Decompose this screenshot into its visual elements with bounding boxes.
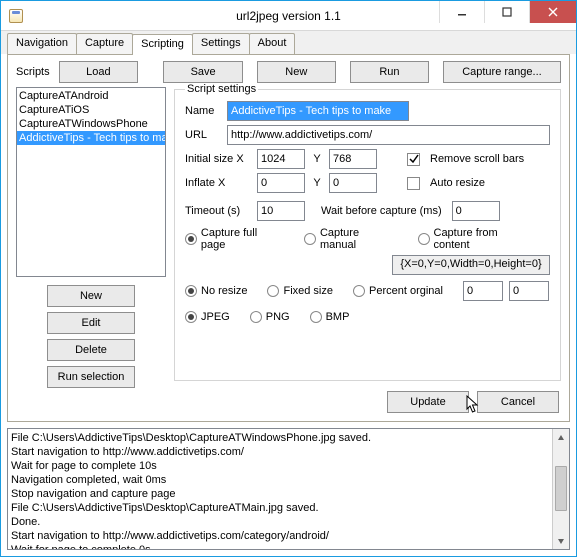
edit-button[interactable]: Edit [47,312,135,334]
scripts-buttons: New Edit Delete Run selection [16,285,166,388]
log-panel: File C:\Users\AddictiveTips\Desktop\Capt… [7,428,570,550]
inflate-x-label: Inflate X [185,177,251,189]
url-label: URL [185,129,221,141]
inflate-x-input[interactable] [257,173,305,193]
resize-a-input[interactable] [463,281,503,301]
scripting-panel: Scripts Load Save New Run Capture range.… [7,54,570,422]
tab-scripting[interactable]: Scripting [132,34,193,55]
scroll-up-button[interactable] [553,429,569,446]
percent-original-radio[interactable]: Percent orginal [353,285,443,297]
new-button[interactable]: New [47,285,135,307]
format-bmp-radio[interactable]: BMP [310,311,350,323]
new-script-button[interactable]: New [257,61,336,83]
url-input[interactable] [227,125,550,145]
scripts-listbox[interactable]: CaptureATAndroid CaptureATiOS CaptureATW… [16,87,166,277]
format-jpeg-radio[interactable]: JPEG [185,311,230,323]
title-bar: url2jpeg version 1.1 [1,1,576,31]
cancel-button[interactable]: Cancel [477,391,559,413]
run-selection-button[interactable]: Run selection [47,366,135,388]
toolbar: Scripts Load Save New Run Capture range.… [16,61,561,83]
window-buttons [439,1,576,30]
tab-bar: Navigation Capture Scripting Settings Ab… [1,31,576,54]
delete-button[interactable]: Delete [47,339,135,361]
script-settings-legend: Script settings [185,83,258,95]
load-button[interactable]: Load [59,61,138,83]
log-scrollbar[interactable] [552,429,569,549]
remove-scroll-checkbox[interactable] [407,153,420,166]
inflate-y-input[interactable] [329,173,377,193]
capture-full-radio[interactable]: Capture full page [185,227,284,251]
list-item[interactable]: AddictiveTips - Tech tips to make you sm… [17,131,165,145]
tab-about[interactable]: About [249,33,296,54]
capture-content-radio[interactable]: Capture from content [418,227,536,251]
initial-y-label: Y [311,153,323,165]
run-button[interactable]: Run [350,61,429,83]
maximize-button[interactable] [484,1,529,23]
list-item[interactable]: CaptureATWindowsPhone [17,117,165,131]
list-item[interactable]: CaptureATiOS [17,103,165,117]
scripts-label: Scripts [16,66,55,78]
capture-range-button[interactable]: Capture range... [443,61,561,83]
auto-resize-label: Auto resize [430,177,485,189]
inflate-y-label: Y [311,177,323,189]
scroll-down-button[interactable] [553,532,569,549]
list-item[interactable]: CaptureATAndroid [17,89,165,103]
wait-before-label: Wait before capture (ms) [321,205,442,217]
fixed-size-radio[interactable]: Fixed size [267,285,333,297]
name-label: Name [185,105,221,117]
scroll-track[interactable] [553,446,569,532]
initial-y-input[interactable] [329,149,377,169]
timeout-input[interactable] [257,201,305,221]
no-resize-radio[interactable]: No resize [185,285,247,297]
settings-buttons: Update Cancel [387,391,559,413]
log-textarea[interactable]: File C:\Users\AddictiveTips\Desktop\Capt… [8,429,552,549]
initial-x-label: Initial size X [185,153,251,165]
app-icon [9,9,23,23]
name-input[interactable] [227,101,409,121]
update-button[interactable]: Update [387,391,469,413]
tab-settings[interactable]: Settings [192,33,250,54]
tab-capture[interactable]: Capture [76,33,133,54]
capture-rect-display: {X=0,Y=0,Width=0,Height=0} [392,255,550,275]
initial-x-input[interactable] [257,149,305,169]
tab-navigation[interactable]: Navigation [7,33,77,54]
resize-b-input[interactable] [509,281,549,301]
format-png-radio[interactable]: PNG [250,311,290,323]
timeout-label: Timeout (s) [185,205,251,217]
remove-scroll-label: Remove scroll bars [430,153,524,165]
auto-resize-checkbox[interactable] [407,177,420,190]
capture-manual-radio[interactable]: Capture manual [304,227,398,251]
wait-before-input[interactable] [452,201,500,221]
scroll-thumb[interactable] [555,466,567,511]
scripts-sidebar: CaptureATAndroid CaptureATiOS CaptureATW… [16,87,166,388]
script-settings-group: Script settings Name URL Initial size X … [174,83,561,381]
minimize-button[interactable] [439,1,484,23]
close-button[interactable] [529,1,576,23]
save-button[interactable]: Save [163,61,242,83]
